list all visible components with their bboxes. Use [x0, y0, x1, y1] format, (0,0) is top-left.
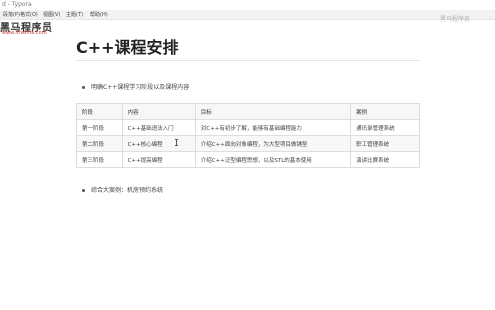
- header-goal[interactable]: 目标: [194, 103, 352, 120]
- table-cell[interactable]: 对C++有初步了解，能够有基础编程能力: [194, 119, 352, 136]
- table-row: 第一阶段 C++基础语法入门 对C++有初步了解，能够有基础编程能力 通讯录管理…: [76, 119, 420, 136]
- watermark: 黑马程序员: [440, 16, 471, 23]
- table-cell[interactable]: 职工管理系统: [350, 135, 420, 152]
- table-cell[interactable]: 介绍C++泛型编程思想，以及STL的基本使用: [194, 151, 352, 168]
- menu-item-view[interactable]: 视图(V): [43, 11, 60, 18]
- list-item-summary[interactable]: 综合大案例：机房预约系统: [82, 185, 163, 194]
- table-header-row: 阶段 内容 目标 案例: [76, 103, 420, 120]
- header-content[interactable]: 内容: [121, 103, 196, 120]
- table-cell[interactable]: 介绍C++面向对象编程，为大型项目做铺垫: [194, 135, 352, 152]
- table-cell[interactable]: 第一阶段: [76, 119, 123, 136]
- text-cursor-icon: [175, 139, 178, 146]
- course-table: 阶段 内容 目标 案例 第一阶段 C++基础语法入门 对C++有初步了解，能够有…: [76, 103, 420, 168]
- table-cell[interactable]: C++核心编程: [121, 135, 196, 152]
- table-cell[interactable]: C++基础语法入门: [121, 119, 196, 136]
- table-row: 第三阶段 C++提高编程 介绍C++泛型编程思想，以及STL的基本使用 演讲比赛…: [76, 151, 420, 168]
- table-cell[interactable]: 演讲比赛系统: [350, 151, 420, 168]
- header-stage[interactable]: 阶段: [76, 103, 123, 120]
- intro-text: 明确C++课程学习阶段以及课程内容: [91, 84, 190, 91]
- title-bar: d - Typora: [0, 0, 495, 10]
- list-item-intro[interactable]: 明确C++课程学习阶段以及课程内容: [82, 82, 189, 91]
- page-title[interactable]: C++课程安排: [76, 34, 179, 58]
- table-cell[interactable]: C++提高编程: [121, 151, 196, 168]
- summary-text: 综合大案例：机房预约系统: [91, 187, 164, 194]
- header-case[interactable]: 案例: [350, 103, 420, 120]
- bullet-icon: [82, 86, 85, 89]
- menu-item-format[interactable]: 格式(O): [20, 11, 38, 18]
- table-cell[interactable]: 通讯录管理系统: [350, 119, 420, 136]
- menu-item-help[interactable]: 帮助(H): [90, 11, 108, 18]
- table-cell[interactable]: 第二阶段: [76, 135, 123, 152]
- menu-item-paragraph[interactable]: 段落(P): [3, 11, 20, 18]
- table-cell[interactable]: 第三阶段: [76, 151, 123, 168]
- bullet-icon: [82, 189, 85, 192]
- menu-bar: 段落(P) 格式(O) 视图(V) 主题(T) 帮助(H): [0, 10, 495, 20]
- title-divider: [76, 60, 420, 61]
- brand-url: www.itheima.com: [2, 30, 47, 36]
- menu-item-theme[interactable]: 主题(T): [66, 11, 83, 18]
- table-row: 第二阶段 C++核心编程 介绍C++面向对象编程，为大型项目做铺垫 职工管理系统: [76, 135, 420, 152]
- window-title: d - Typora: [2, 1, 32, 8]
